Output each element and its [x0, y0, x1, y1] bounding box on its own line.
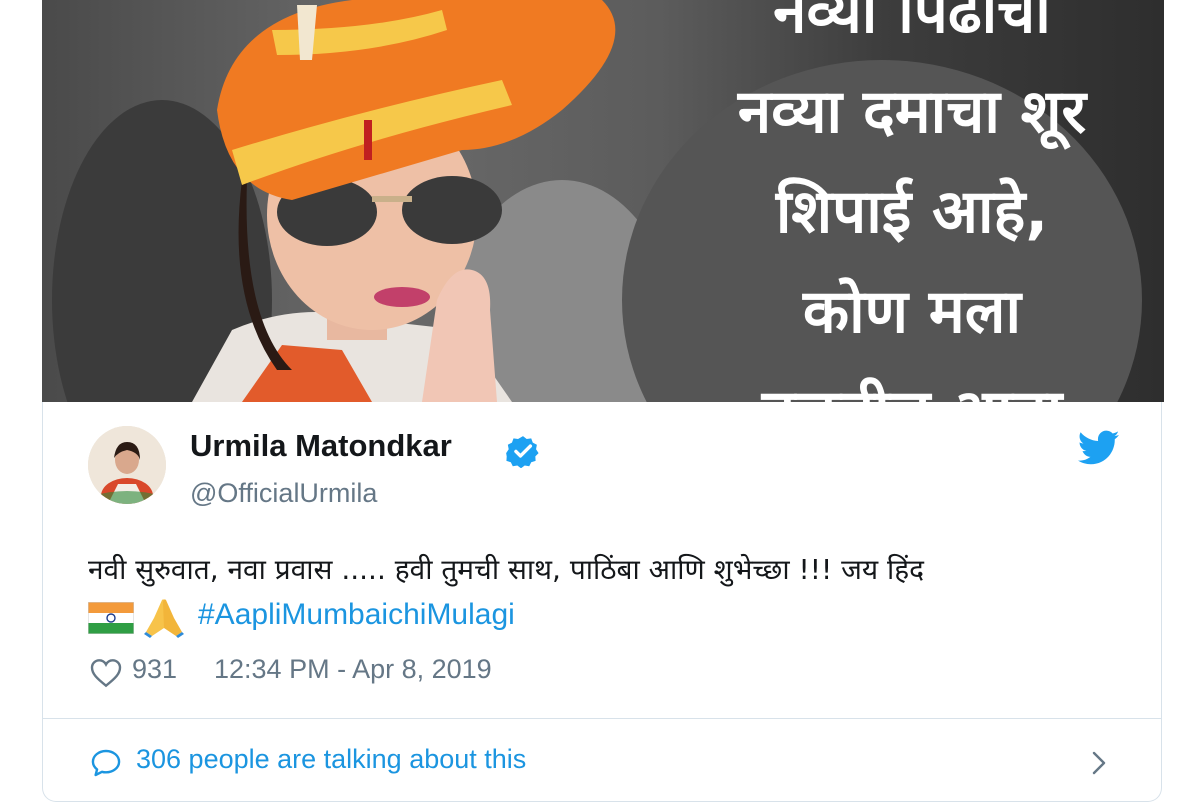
tweet-text: नवी सुरुवात, नवा प्रवास ..... हवी तुमची …	[88, 553, 924, 586]
folded-hands-icon	[144, 599, 184, 638]
author-name[interactable]: Urmila Matondkar	[190, 428, 452, 464]
hashtag-link[interactable]: #AapliMumbaichiMulagi	[198, 598, 515, 632]
photo-overlay-line: नव्या पिढीचा	[773, 0, 1051, 47]
chevron-right-icon[interactable]	[1088, 748, 1110, 778]
author-handle[interactable]: @OfficialUrmila	[190, 478, 377, 509]
conversation-count-text[interactable]: 306 people are talking about this	[136, 744, 526, 775]
india-flag-icon	[88, 602, 134, 634]
photo-overlay-line: नव्या दमाचा शूर	[737, 77, 1087, 147]
verified-badge-icon	[506, 436, 539, 468]
heart-icon[interactable]	[90, 658, 122, 688]
photo-overlay-text: नव्या पिढीचा नव्या दमाचा शूर शिपाई आहे, …	[642, 0, 1164, 402]
card-divider	[42, 718, 1162, 719]
tweet-photo[interactable]: नव्या पिढीचा नव्या दमाचा शूर शिपाई आहे, …	[42, 0, 1164, 402]
photo-overlay-line: शिपाई आहे,	[775, 177, 1049, 247]
twitter-bird-icon[interactable]	[1078, 430, 1120, 466]
comment-bubble-icon	[91, 749, 121, 777]
photo-overlay-line: वळवील आता	[642, 362, 1164, 402]
photo-overlay-line: कोण मला	[803, 277, 1021, 347]
tweet-timestamp[interactable]: 12:34 PM - Apr 8, 2019	[214, 654, 492, 685]
author-avatar[interactable]	[88, 426, 166, 504]
like-count[interactable]: 931	[132, 654, 177, 685]
